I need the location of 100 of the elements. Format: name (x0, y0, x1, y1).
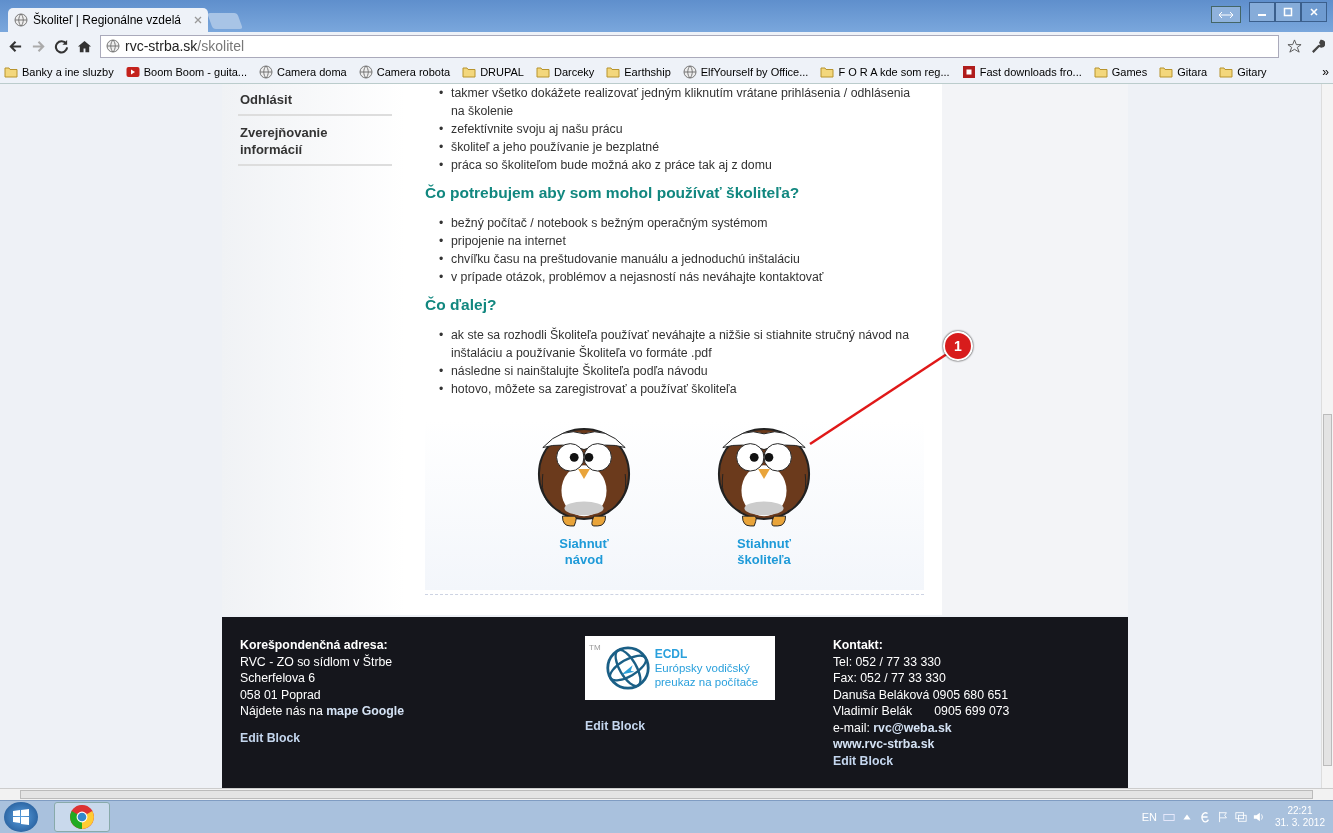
globe-icon (358, 64, 373, 79)
bookmark-item[interactable]: Camera doma (259, 64, 347, 79)
section-heading: Čo ďalej? (425, 296, 498, 314)
bookmark-item[interactable]: Fast downloads fro... (961, 64, 1082, 79)
star-icon[interactable] (1287, 38, 1302, 54)
sidebar-item[interactable]: Odhlásit (238, 90, 392, 116)
folder-icon (1219, 64, 1234, 79)
four-panes-icon (11, 807, 31, 827)
bookmark-item[interactable]: Earthship (606, 64, 671, 79)
trademark-mark: TM (589, 644, 601, 652)
tab-title: Školiteľ | Regionálne vzdelá (33, 13, 183, 27)
address-bar[interactable]: rvc-strba.sk/skolitel (100, 34, 1279, 58)
url-text: rvc-strba.sk/skolitel (125, 38, 245, 54)
bookmark-item[interactable]: F O R A kde som reg... (820, 64, 950, 79)
globe-icon (14, 13, 28, 27)
contact-phone: 0905 699 073 (934, 703, 1010, 720)
minimize-button[interactable] (1249, 2, 1275, 22)
square-icon (961, 64, 976, 79)
horizontal-scrollbar[interactable] (0, 788, 1333, 800)
globe-icon (682, 64, 697, 79)
maximize-icon (1283, 7, 1293, 17)
edit-block-link[interactable]: Edit Block (832, 752, 894, 769)
bookmark-item[interactable]: ElfYourself by Office... (682, 64, 809, 79)
close-icon[interactable] (194, 16, 202, 24)
bookmark-item[interactable]: Camera robota (358, 64, 451, 79)
back-arrow-icon[interactable] (8, 38, 23, 54)
play-icon (125, 64, 140, 79)
bullet-item: bežný počítač / notebook s bežným operačným systémom (451, 215, 768, 232)
contact-line: Tel: 052 / 77 33 330 (832, 653, 942, 670)
bullet-item: v prípade otázok, problémov a nejasností nás neváhajte kontaktovať (451, 269, 824, 286)
folder-icon (1093, 64, 1108, 79)
bookmark-item[interactable]: Gitara (1159, 64, 1208, 79)
bullet-item: školiteľ a jeho používanie je bezplatné (451, 139, 659, 156)
browser-tab[interactable]: Školiteľ | Regionálne vzdelá (8, 8, 208, 32)
contact-name: Vladimír Belák (832, 703, 913, 720)
double-arrow-icon (1218, 9, 1234, 20)
more-bookmarks[interactable]: » (1322, 64, 1329, 79)
address-line: Scherfelova 6 (240, 670, 317, 687)
bullet-item: zefektívnite svoju aj našu prácu (451, 121, 623, 138)
close-icon (1309, 7, 1319, 17)
logo-text: preukaz na počítače (654, 675, 759, 689)
logo-text: Európsky vodičský (654, 661, 751, 675)
vertical-scrollbar[interactable] (1321, 84, 1333, 788)
globe-icon (106, 39, 120, 53)
folder-icon (820, 64, 835, 79)
start-button[interactable] (4, 802, 38, 832)
bullet-mark: • (439, 363, 445, 380)
bullet-mark: • (439, 215, 445, 232)
folder-icon (535, 64, 550, 79)
taskbar-app-button[interactable] (54, 802, 110, 832)
bullet-item: chvíľku času na preštudovanie manuálu a jednoduchú inštaláciu (451, 251, 800, 268)
email-label: e-mail: (832, 720, 870, 735)
bookmark-item[interactable]: DRUPAL (462, 64, 524, 79)
globe-icon (259, 64, 274, 79)
section-heading: Čo potrebujem aby som mohol používať školiteľa? (425, 184, 801, 202)
new-tab-button[interactable] (207, 13, 243, 29)
wrench-icon[interactable] (1310, 38, 1325, 54)
bookmark-item[interactable]: Games (1093, 64, 1148, 79)
edit-block-link[interactable]: Edit Block (585, 718, 646, 735)
bullet-mark: • (439, 157, 445, 174)
bullet-mark: • (439, 381, 445, 398)
logo-title: ECDL (654, 647, 689, 661)
bullet-mark: • (439, 251, 445, 268)
maximize-button[interactable] (1275, 2, 1301, 22)
minimize-icon (1258, 14, 1266, 16)
footer-heading: Korešpondenčná adresa: (240, 637, 389, 654)
bookmark-item[interactable]: Gitary (1219, 64, 1267, 79)
restore-button[interactable] (1211, 6, 1241, 23)
bullet-mark: • (439, 85, 445, 102)
contact-line: Fax: 052 / 77 33 330 (832, 670, 947, 687)
bullet-item: práca so školiteľom bude možná ako z práce tak aj z domu (451, 157, 772, 174)
bullet-mark: • (439, 233, 445, 250)
reload-icon[interactable] (54, 38, 69, 54)
globe-logo-icon (604, 645, 651, 691)
edit-block-link[interactable]: Edit Block (240, 729, 301, 746)
bullet-mark: • (439, 139, 445, 156)
website-link[interactable]: www.rvc-strba.sk (832, 736, 1128, 753)
bullet-mark: • (439, 269, 445, 286)
home-icon[interactable] (77, 38, 92, 54)
address-line: RVC - ZO so sídlom v Štrbe (240, 653, 394, 670)
bookmark-item[interactable]: Boom Boom - guita... (125, 64, 248, 79)
address-line: 058 01 Poprad (240, 686, 322, 703)
bullet-item: hotovo, môžete sa zaregistrovať a používať školiteľa (451, 381, 737, 398)
bullet-mark: • (439, 327, 445, 344)
close-button[interactable] (1301, 2, 1327, 22)
folder-icon (4, 64, 18, 79)
bullet-mark: • (439, 121, 445, 138)
round-logo-icon (69, 804, 95, 830)
map-link[interactable]: mape Google (326, 704, 405, 718)
folder-icon (606, 64, 621, 79)
bookmark-item[interactable]: Banky a ine sluzby (4, 64, 114, 79)
bullet-item: pripojenie na internet (451, 233, 566, 250)
sidebar-item[interactable]: Zverejňovanie informácií (238, 123, 392, 166)
folder-icon (462, 64, 477, 79)
contact-line: Danuša Beláková 0905 680 651 (832, 686, 1009, 703)
folder-icon (1159, 64, 1174, 79)
footer-heading: Kontakt: (832, 637, 884, 654)
email-link[interactable]: rvc@weba.sk (873, 720, 952, 735)
bookmark-item[interactable]: Darceky (535, 64, 595, 79)
map-text: Nájdete nás na (240, 704, 323, 718)
